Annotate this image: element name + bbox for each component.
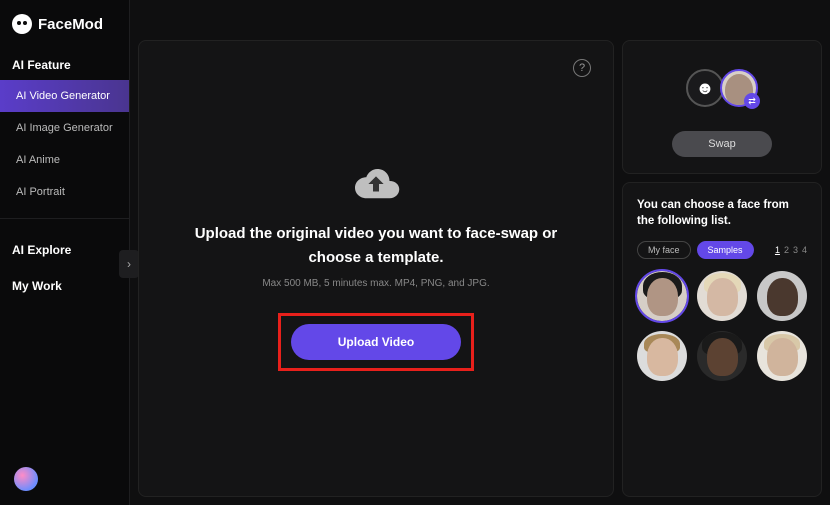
- sidebar-item-ai-image-generator[interactable]: AI Image Generator: [0, 112, 129, 144]
- page-4[interactable]: 4: [802, 245, 807, 255]
- upload-video-button[interactable]: Upload Video: [291, 324, 461, 360]
- sidebar-section-my-work[interactable]: My Work: [0, 265, 129, 301]
- target-face-slot[interactable]: ⇄: [720, 69, 758, 107]
- source-face-slot[interactable]: ☻: [686, 69, 724, 107]
- divider: [0, 218, 129, 219]
- faces-card: You can choose a face from the following…: [622, 182, 822, 497]
- sidebar-item-ai-portrait[interactable]: AI Portrait: [0, 176, 129, 208]
- sidebar-section-ai-feature: AI Feature: [0, 44, 129, 80]
- sidebar-item-ai-video-generator[interactable]: AI Video Generator: [0, 80, 129, 112]
- swap-card: ☻ ⇄ Swap: [622, 40, 822, 174]
- sample-face-5[interactable]: [697, 331, 747, 381]
- smile-icon: ☻: [696, 78, 715, 99]
- tab-samples[interactable]: Samples: [697, 241, 754, 259]
- upload-panel: ? Upload the original video you want to …: [138, 40, 614, 497]
- sample-face-3[interactable]: [757, 271, 807, 321]
- page-3[interactable]: 3: [793, 245, 798, 255]
- face-pair: ☻ ⇄: [686, 69, 758, 107]
- swap-button[interactable]: Swap: [672, 131, 772, 157]
- faces-title: You can choose a face from the following…: [637, 197, 807, 229]
- tab-my-face[interactable]: My face: [637, 241, 691, 259]
- sample-face-1[interactable]: [637, 271, 687, 321]
- upload-button-highlight: Upload Video: [278, 313, 474, 371]
- sidebar-section-ai-explore[interactable]: AI Explore: [0, 229, 129, 265]
- sample-face-4[interactable]: [637, 331, 687, 381]
- sample-face-2[interactable]: [697, 271, 747, 321]
- sidebar-collapse-toggle[interactable]: ›: [119, 250, 139, 278]
- swap-arrows-icon: ⇄: [744, 93, 758, 107]
- sample-face-6[interactable]: [757, 331, 807, 381]
- page-2[interactable]: 2: [784, 245, 789, 255]
- help-icon[interactable]: ?: [573, 59, 591, 77]
- logo-text: FaceMod: [38, 16, 103, 33]
- pager: 1 2 3 4: [775, 245, 807, 255]
- logo[interactable]: FaceMod: [0, 0, 129, 44]
- user-avatar[interactable]: [14, 467, 38, 491]
- cloud-upload-icon: [351, 166, 401, 202]
- logo-icon: [12, 14, 32, 34]
- chevron-right-icon: ›: [127, 257, 131, 271]
- upload-hint: Max 500 MB, 5 minutes max. MP4, PNG, and…: [262, 278, 489, 289]
- upload-title: Upload the original video you want to fa…: [139, 222, 613, 270]
- page-1[interactable]: 1: [775, 245, 780, 255]
- sidebar-item-ai-anime[interactable]: AI Anime: [0, 144, 129, 176]
